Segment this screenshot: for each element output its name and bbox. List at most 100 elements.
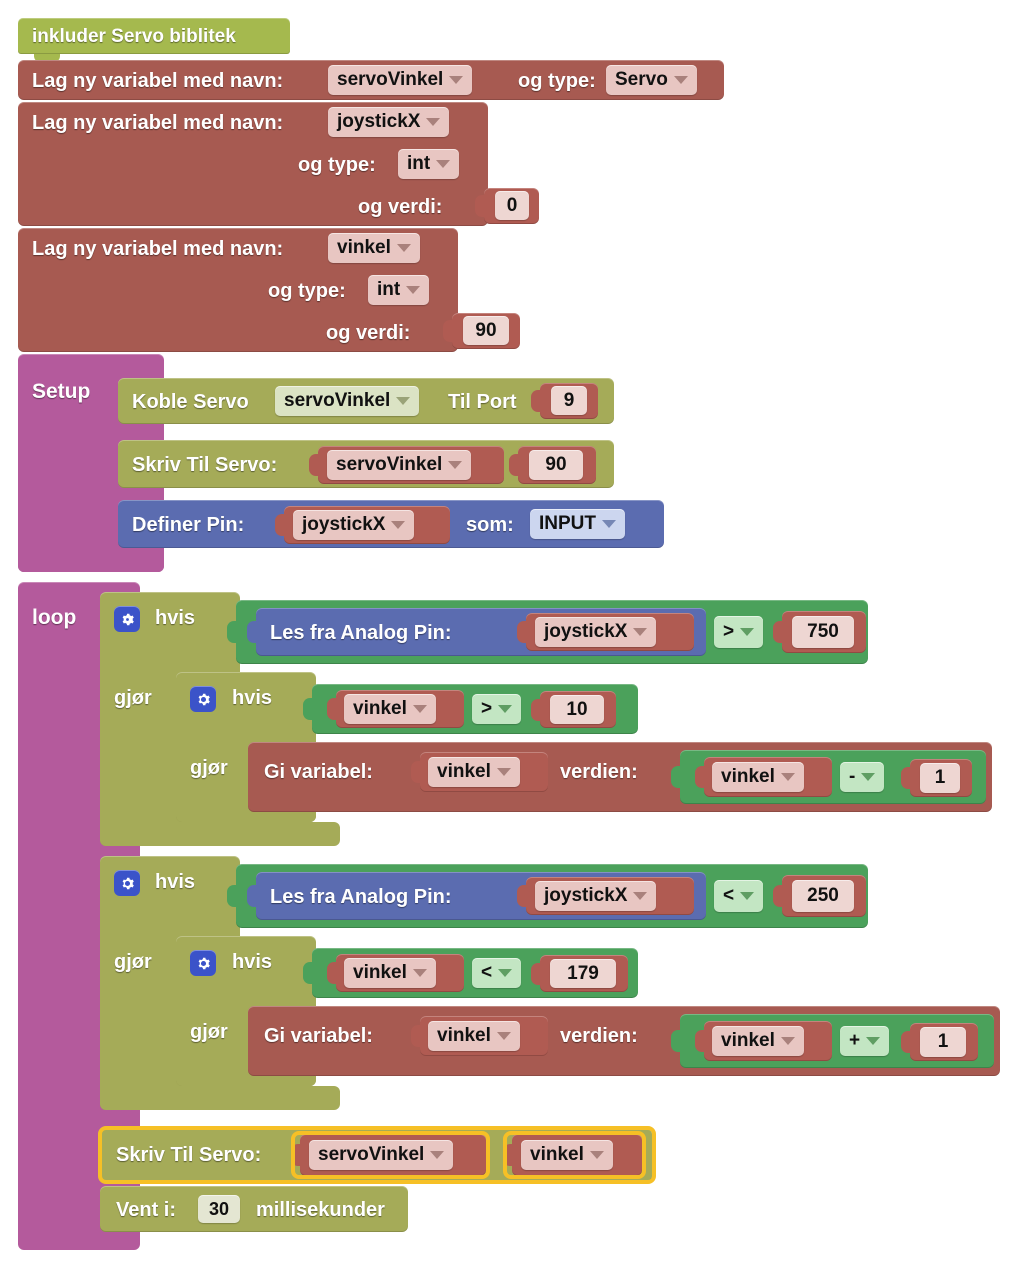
attach-servo-prefix-label: Koble Servo bbox=[132, 391, 249, 413]
declare-servo-type-label: og type: bbox=[518, 70, 596, 92]
value-define-pin-target[interactable]: joystickX bbox=[275, 506, 450, 544]
compare-1-right-number[interactable]: 750 bbox=[792, 616, 854, 648]
value-read-analog-pin-1-target[interactable]: joystickX bbox=[517, 613, 694, 651]
compare-2-operator-dropdown[interactable]: < bbox=[714, 880, 764, 912]
value-write-servo-loop-servo[interactable]: servoVinkel bbox=[291, 1134, 486, 1176]
value-plug bbox=[247, 621, 257, 643]
value-compare-2[interactable]: Les fra Analog Pin: joystickX < 250 bbox=[227, 864, 868, 928]
assign-1-expr-left-dropdown[interactable]: vinkel bbox=[712, 762, 804, 792]
write-servo-setup-servo-value: servoVinkel bbox=[336, 454, 443, 475]
block-declare-variable-servovinkel[interactable]: Lag ny variabel med navn: servoVinkel og… bbox=[18, 60, 724, 100]
declare-vinkel-type-dropdown[interactable]: int bbox=[368, 275, 430, 305]
value-write-servo-setup-servo[interactable]: servoVinkel bbox=[309, 446, 504, 484]
compare-1-inner-right-number[interactable]: 10 bbox=[550, 695, 604, 724]
chevron-down-icon bbox=[673, 76, 688, 84]
value-assign-2-expr-left[interactable]: vinkel bbox=[695, 1021, 832, 1061]
attach-servo-dropdown[interactable]: servoVinkel bbox=[275, 386, 420, 416]
declare-servo-name-dropdown[interactable]: servoVinkel bbox=[328, 65, 473, 95]
value-compare-1-inner-right[interactable]: 10 bbox=[531, 691, 616, 728]
value-compare-1[interactable]: Les fra Analog Pin: joystickX > 750 bbox=[227, 600, 868, 664]
define-pin-target-dropdown[interactable]: joystickX bbox=[293, 510, 415, 540]
value-assign-2-expr-right[interactable]: 1 bbox=[901, 1023, 978, 1061]
compare-1-inner-operator-dropdown[interactable]: > bbox=[472, 694, 522, 724]
assign-2-expr-left-dropdown[interactable]: vinkel bbox=[712, 1026, 804, 1056]
write-servo-setup-servo-dropdown[interactable]: servoVinkel bbox=[327, 450, 472, 480]
write-servo-loop-servo-dropdown[interactable]: servoVinkel bbox=[309, 1140, 454, 1170]
value-joystickx-initial[interactable]: 0 bbox=[475, 188, 539, 224]
value-read-analog-pin-1[interactable]: Les fra Analog Pin: joystickX bbox=[247, 608, 706, 656]
compare-2-right-number[interactable]: 250 bbox=[792, 880, 854, 912]
value-plug bbox=[671, 766, 681, 788]
value-assign-1-target[interactable]: vinkel bbox=[411, 752, 548, 792]
vinkel-initial-number[interactable]: 90 bbox=[463, 316, 509, 345]
read-analog-pin-2-dropdown[interactable]: joystickX bbox=[535, 881, 657, 911]
declare-joystick-name-value: joystickX bbox=[337, 111, 421, 132]
define-pin-mode-label: som: bbox=[466, 514, 514, 536]
declare-servo-type-dropdown[interactable]: Servo bbox=[606, 65, 697, 95]
compare-2-inner-operator-value: < bbox=[481, 962, 493, 983]
define-pin-mode-value: INPUT bbox=[539, 513, 596, 534]
assign-1-expr-operator-dropdown[interactable]: - bbox=[840, 762, 885, 792]
chevron-down-icon bbox=[406, 286, 421, 294]
attach-servo-mid-label: Til Port bbox=[448, 391, 517, 413]
compare-1-operator-dropdown[interactable]: > bbox=[714, 616, 764, 648]
declare-vinkel-name-value: vinkel bbox=[337, 237, 391, 258]
value-compare-2-inner-right[interactable]: 179 bbox=[531, 955, 628, 992]
value-read-analog-pin-2-target[interactable]: joystickX bbox=[517, 877, 694, 915]
value-compare-1-inner[interactable]: vinkel > 10 bbox=[303, 684, 638, 734]
chevron-down-icon bbox=[396, 244, 411, 252]
block-declare-variable-joystickx[interactable]: Lag ny variabel med navn: joystickX og t… bbox=[18, 102, 488, 226]
value-plug bbox=[411, 761, 421, 783]
value-compare-2-inner-left[interactable]: vinkel bbox=[327, 954, 464, 992]
value-read-analog-pin-2[interactable]: Les fra Analog Pin: joystickX bbox=[247, 872, 706, 920]
write-servo-loop-angle-dropdown[interactable]: vinkel bbox=[521, 1140, 613, 1170]
wait-suffix-label: millisekunder bbox=[256, 1199, 385, 1221]
value-assign-1-expr-left[interactable]: vinkel bbox=[695, 757, 832, 797]
value-plug bbox=[773, 885, 783, 907]
define-pin-mode-dropdown[interactable]: INPUT bbox=[530, 509, 625, 539]
value-compare-1-inner-left[interactable]: vinkel bbox=[327, 690, 464, 728]
joystickx-initial-number[interactable]: 0 bbox=[495, 191, 529, 220]
assign-2-expr-operator-dropdown[interactable]: + bbox=[840, 1026, 890, 1056]
value-compare-2-inner[interactable]: vinkel < 179 bbox=[303, 948, 638, 998]
value-vinkel-initial[interactable]: 90 bbox=[443, 313, 520, 349]
gear-icon[interactable] bbox=[190, 686, 216, 712]
value-write-servo-loop-angle[interactable]: vinkel bbox=[503, 1134, 642, 1176]
wait-duration-input[interactable]: 30 bbox=[198, 1195, 240, 1223]
chevron-down-icon bbox=[498, 969, 513, 977]
wait-prefix-label: Vent i: bbox=[116, 1199, 177, 1221]
declare-vinkel-name-dropdown[interactable]: vinkel bbox=[328, 233, 420, 263]
assign-2-target-dropdown[interactable]: vinkel bbox=[428, 1021, 520, 1051]
assign-1-target-dropdown[interactable]: vinkel bbox=[428, 757, 520, 787]
compare-1-inner-left-dropdown[interactable]: vinkel bbox=[344, 694, 436, 724]
read-analog-pin-2-value: joystickX bbox=[544, 885, 628, 906]
read-analog-pin-1-dropdown[interactable]: joystickX bbox=[535, 617, 657, 647]
value-compare-2-right[interactable]: 250 bbox=[773, 875, 866, 917]
value-assign-1-expression[interactable]: vinkel - 1 bbox=[671, 750, 986, 804]
compare-2-inner-operator-dropdown[interactable]: < bbox=[472, 958, 522, 988]
gear-icon[interactable] bbox=[190, 950, 216, 976]
gear-icon[interactable] bbox=[114, 606, 140, 632]
block-include-servo-library[interactable]: inkluder Servo biblitek bbox=[18, 18, 290, 54]
value-assign-1-expr-right[interactable]: 1 bbox=[901, 759, 972, 797]
value-compare-1-right[interactable]: 750 bbox=[773, 611, 866, 653]
declare-joystick-name-dropdown[interactable]: joystickX bbox=[328, 107, 450, 137]
value-assign-2-target[interactable]: vinkel bbox=[411, 1016, 548, 1056]
write-servo-setup-angle-number[interactable]: 90 bbox=[529, 450, 583, 480]
value-write-servo-setup-angle[interactable]: 90 bbox=[509, 446, 596, 484]
gear-icon[interactable] bbox=[114, 870, 140, 896]
assign-2-expr-right-number[interactable]: 1 bbox=[920, 1027, 966, 1057]
block-wait[interactable]: Vent i: 30 millisekunder bbox=[100, 1186, 408, 1232]
declare-joystick-type-dropdown[interactable]: int bbox=[398, 149, 460, 179]
blockly-workspace[interactable]: inkluder Servo biblitek Lag ny variabel … bbox=[0, 0, 1024, 1275]
block-declare-variable-vinkel[interactable]: Lag ny variabel med navn: vinkel og type… bbox=[18, 228, 458, 352]
value-servo-port[interactable]: 9 bbox=[531, 383, 598, 419]
assign-1-to-label: verdien: bbox=[560, 761, 638, 783]
compare-2-inner-left-dropdown[interactable]: vinkel bbox=[344, 958, 436, 988]
value-assign-2-expression[interactable]: vinkel + 1 bbox=[671, 1014, 994, 1068]
value-plug bbox=[309, 454, 319, 476]
compare-2-inner-right-number[interactable]: 179 bbox=[550, 959, 616, 988]
chevron-down-icon bbox=[740, 628, 755, 636]
servo-port-number[interactable]: 9 bbox=[551, 386, 587, 415]
assign-1-expr-right-number[interactable]: 1 bbox=[920, 763, 960, 793]
